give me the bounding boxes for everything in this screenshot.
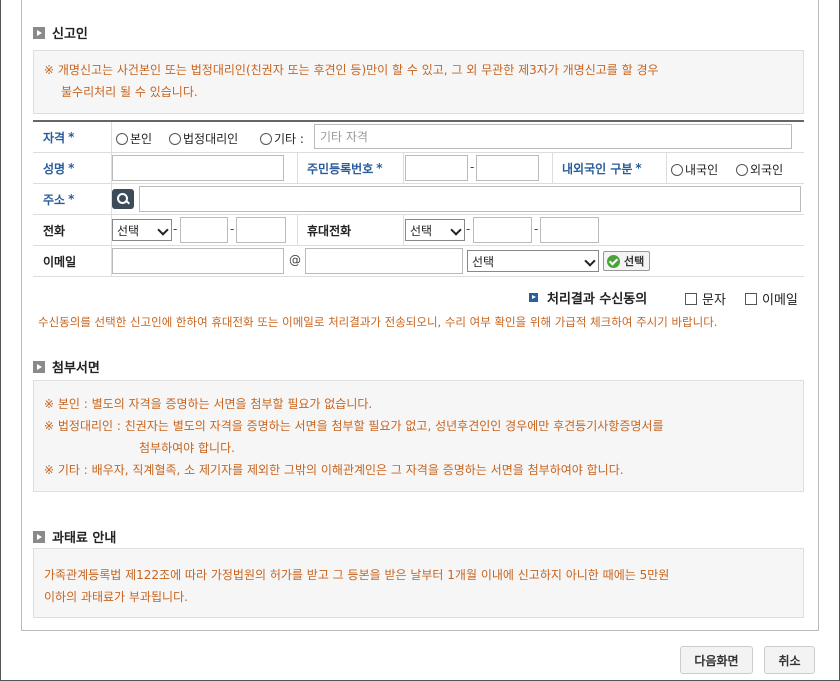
email-domain-select[interactable]: 선택 <box>467 250 599 272</box>
name-label: 성명 * <box>43 161 75 176</box>
name-row: 성명 * 주민등록번호 * - 내외국인 구분 * 내국인 외국인 <box>33 153 804 184</box>
mobile-prefix-select[interactable]: 선택 <box>405 219 465 241</box>
phone-area-select[interactable]: 선택 <box>112 219 172 241</box>
phone-middle-input[interactable] <box>180 217 228 243</box>
mobile-label: 휴대전화 <box>307 223 352 238</box>
address-input[interactable] <box>139 186 801 212</box>
email-row: 이메일 @ 선택 선택 <box>33 246 804 277</box>
reporter-notice-box: ※ 개명신고는 사건본인 또는 법정대리인(친권자 또는 후견인 등)만이 할 … <box>33 50 804 114</box>
address-label: 주소 * <box>43 192 75 207</box>
qualification-label: 자격 * <box>43 130 75 145</box>
address-search-button[interactable] <box>112 189 134 209</box>
fine-section-title: 과태료 안내 <box>33 527 116 546</box>
fine-notice-box: 가족관계등록법 제122조에 따라 가정법원의 허가를 받고 그 등본을 받은 … <box>33 548 804 618</box>
consent-email-checkbox[interactable]: 이메일 <box>745 289 798 308</box>
section-arrow-icon <box>33 530 45 543</box>
resident-number-label: 주민등록번호 * <box>307 161 383 176</box>
other-qualification-input[interactable] <box>314 124 792 149</box>
phone-label: 전화 <box>43 223 66 238</box>
consent-notice: 수신동의를 선택한 신고인에 한하여 휴대전화 또는 이메일로 처리결과가 전송… <box>38 315 718 329</box>
chevron-down-icon <box>584 255 596 267</box>
consent-label: 처리결과 수신동의 <box>529 288 647 307</box>
checkbox-icon <box>685 292 697 305</box>
mobile-last-input[interactable] <box>540 217 599 243</box>
resident-number-front-input[interactable] <box>405 155 468 181</box>
reporter-section-title: 신고인 <box>33 23 88 42</box>
nationality-label: 내외국인 구분 * <box>562 161 642 176</box>
email-id-input[interactable] <box>112 248 284 274</box>
arrow-bullet-icon <box>529 293 538 302</box>
reporter-form-table: 자격* 본인 법정대리인 기타 : 성명* 주민등록번호* - 내외국인 구분* <box>33 120 804 277</box>
phone-last-input[interactable] <box>236 217 286 243</box>
name-input[interactable] <box>112 155 284 181</box>
attachment-notice-box: ※ 본인 : 별도의 자격을 증명하는 서면을 첨부할 필요가 없습니다. ※ … <box>33 380 804 492</box>
cancel-button[interactable]: 취소 <box>764 646 815 674</box>
section-arrow-icon <box>33 26 45 39</box>
attachment-section-title: 첨부서면 <box>33 357 100 376</box>
next-screen-button[interactable]: 다음화면 <box>680 646 753 674</box>
address-row: 주소 * <box>33 184 804 215</box>
email-domain-input[interactable] <box>305 248 463 274</box>
chevron-down-icon <box>157 224 169 236</box>
chevron-down-icon <box>450 224 462 236</box>
consent-sms-checkbox[interactable]: 문자 <box>685 289 726 308</box>
resident-number-back-input[interactable] <box>476 155 539 181</box>
section-arrow-icon <box>33 360 45 373</box>
radio-foreigner[interactable]: 외국인 <box>736 161 783 178</box>
email-label: 이메일 <box>43 254 77 269</box>
mobile-middle-input[interactable] <box>473 217 532 243</box>
phone-row: 전화 선택 - - 휴대전화 선택 - - <box>33 215 804 246</box>
email-domain-select-button[interactable]: 선택 <box>603 251 651 271</box>
radio-domestic[interactable]: 내국인 <box>671 161 718 178</box>
radio-other[interactable]: 기타 : <box>260 130 304 147</box>
radio-self[interactable]: 본인 <box>116 130 152 147</box>
radio-legal-representative[interactable]: 법정대리인 <box>169 130 238 147</box>
checkbox-icon <box>745 292 757 305</box>
qualification-row: 자격 * 본인 법정대리인 기타 : <box>33 122 804 153</box>
check-circle-icon <box>607 254 620 268</box>
